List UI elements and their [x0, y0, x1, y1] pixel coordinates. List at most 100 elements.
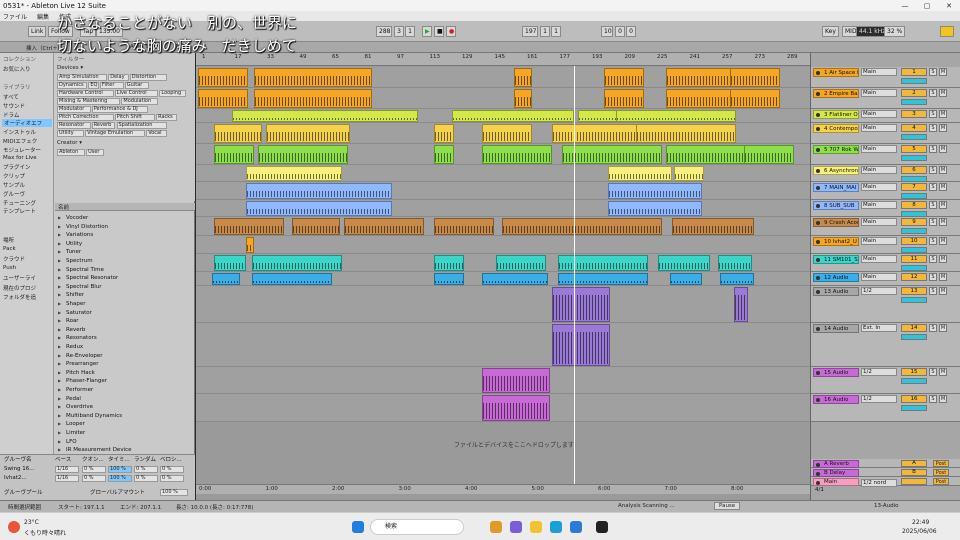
clip[interactable]: [266, 124, 350, 143]
track-activator-icon[interactable]: [816, 481, 820, 485]
explorer-icon[interactable]: [490, 521, 502, 533]
groove-value[interactable]: 0 %: [134, 475, 158, 482]
return-name[interactable]: A Reverb: [813, 460, 859, 468]
location-item[interactable]: Push: [3, 265, 16, 271]
track-name[interactable]: 1 Air Space P: [813, 68, 859, 77]
clip[interactable]: [214, 255, 246, 271]
output-select[interactable]: 1/2: [861, 395, 897, 403]
clip[interactable]: [672, 218, 754, 235]
track-name[interactable]: 10 Ivhat2_U: [813, 237, 859, 246]
track-lane[interactable]: [196, 236, 810, 254]
mute-button[interactable]: M: [939, 145, 947, 153]
pos-field-a[interactable]: 197: [522, 26, 538, 37]
clip[interactable]: [734, 287, 748, 322]
clip[interactable]: [434, 255, 464, 271]
clip[interactable]: [744, 145, 794, 164]
bar-field-a[interactable]: 288: [376, 26, 392, 37]
volume-field[interactable]: [901, 247, 927, 253]
track-name[interactable]: 3 Flatliner Or: [813, 110, 859, 119]
output-select[interactable]: Ext. In: [861, 324, 897, 332]
post-button[interactable]: Post: [933, 469, 949, 476]
clip[interactable]: [608, 166, 672, 181]
track-number[interactable]: 12: [901, 273, 927, 281]
groove-value[interactable]: 0 %: [134, 466, 158, 473]
device-tag[interactable]: Pitch Shift: [114, 114, 156, 121]
volume-field[interactable]: [901, 134, 927, 140]
track-name[interactable]: 16 Audio: [813, 395, 859, 404]
track-lane[interactable]: [196, 182, 810, 200]
copilot-icon[interactable]: [510, 521, 522, 533]
groove-name[interactable]: Swing 16...: [4, 466, 35, 473]
track-lane[interactable]: [196, 367, 810, 394]
output-select[interactable]: 1/2: [861, 287, 897, 295]
clip[interactable]: [254, 89, 372, 108]
clip[interactable]: [670, 273, 702, 285]
track-number[interactable]: 13: [901, 287, 927, 295]
clip[interactable]: [212, 273, 240, 285]
clip[interactable]: [514, 89, 532, 108]
post-button[interactable]: Post: [933, 478, 949, 485]
place-item[interactable]: ドラム: [3, 111, 19, 119]
track-number[interactable]: 5: [901, 145, 927, 153]
device-tag[interactable]: Pitch Correction: [57, 114, 114, 121]
return-number[interactable]: A: [901, 460, 927, 467]
place-item[interactable]: オーディオエフ: [2, 119, 52, 128]
clip[interactable]: [674, 166, 704, 181]
solo-button[interactable]: S: [929, 110, 937, 118]
track-number[interactable]: 6: [901, 166, 927, 174]
solo-button[interactable]: S: [929, 368, 937, 376]
solo-button[interactable]: S: [929, 166, 937, 174]
edge-icon[interactable]: [550, 521, 562, 533]
output-select[interactable]: Main: [861, 89, 897, 97]
place-item[interactable]: サンプル: [3, 181, 25, 189]
output-select[interactable]: Main: [861, 183, 897, 191]
device-tag[interactable]: Utility: [57, 130, 85, 137]
len-field-b[interactable]: 0: [615, 26, 625, 37]
clip[interactable]: [666, 89, 734, 108]
clip[interactable]: [482, 273, 548, 285]
return-name[interactable]: Main: [813, 478, 859, 486]
play-icon[interactable]: ▶: [422, 26, 432, 37]
ableton-icon[interactable]: [596, 521, 608, 533]
device-tag[interactable]: Modulator: [57, 106, 91, 113]
track-activator-icon[interactable]: [816, 463, 820, 467]
place-item[interactable]: クリップ: [3, 172, 25, 180]
store-icon[interactable]: [570, 521, 582, 533]
favorites-item[interactable]: お気に入り: [3, 65, 31, 73]
solo-button[interactable]: S: [929, 218, 937, 226]
device-tag[interactable]: Mixing & Mastering: [57, 98, 121, 105]
clip[interactable]: [252, 255, 342, 271]
output-select[interactable]: Main: [861, 166, 897, 174]
volume-field[interactable]: [901, 334, 927, 340]
track-name[interactable]: 7 MAIN_MAI: [813, 183, 859, 192]
track-lane[interactable]: [196, 67, 810, 88]
output-select[interactable]: 1/2: [861, 368, 897, 376]
track-activator-icon[interactable]: [816, 113, 820, 117]
groove-value[interactable]: 0 %: [160, 475, 184, 482]
clip[interactable]: [292, 218, 340, 235]
mute-button[interactable]: M: [939, 110, 947, 118]
groove-value[interactable]: 0 %: [82, 466, 106, 473]
device-tag[interactable]: Reverb: [91, 122, 116, 129]
groove-value[interactable]: 0 %: [82, 475, 106, 482]
track-lane[interactable]: [196, 200, 810, 217]
device-tag[interactable]: EQ: [88, 82, 99, 89]
clip[interactable]: [558, 273, 648, 285]
clip[interactable]: [552, 324, 610, 366]
track-name[interactable]: 12 Audio: [813, 273, 859, 282]
stop-icon[interactable]: ■: [434, 26, 444, 37]
bar-field-c[interactable]: 1: [405, 26, 415, 37]
len-field-a[interactable]: 10: [601, 26, 613, 37]
place-item[interactable]: MIDIエフェク: [3, 137, 37, 145]
clip[interactable]: [616, 110, 736, 122]
device-tag[interactable]: Amp Simulation: [57, 74, 108, 81]
clip[interactable]: [608, 201, 702, 216]
link-button[interactable]: Link: [28, 26, 47, 37]
clip[interactable]: [434, 124, 454, 143]
record-icon[interactable]: ●: [446, 26, 456, 37]
device-tag[interactable]: Resonator: [57, 122, 91, 129]
place-item[interactable]: すべて: [3, 93, 19, 101]
volume-field[interactable]: [901, 297, 927, 303]
output-select[interactable]: Main: [861, 124, 897, 132]
groove-value[interactable]: 100 %: [108, 475, 132, 482]
